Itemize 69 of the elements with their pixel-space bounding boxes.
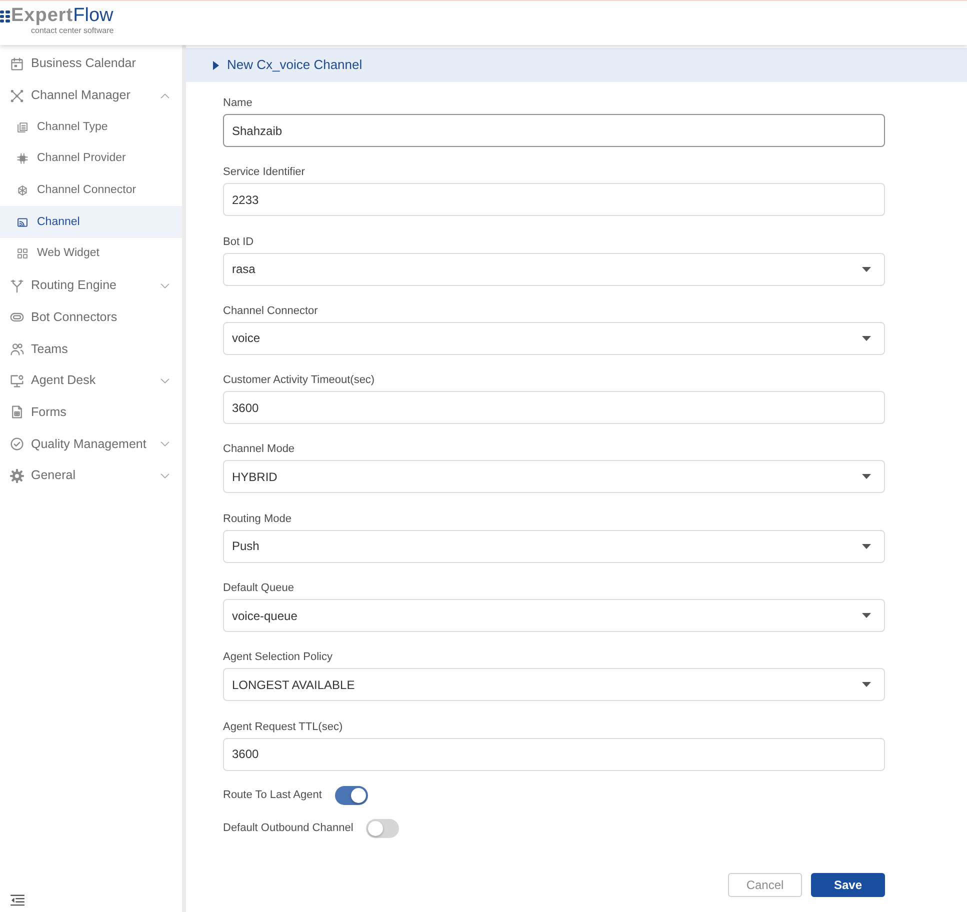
caret-down-icon xyxy=(862,336,871,341)
sidebar-subitem[interactable]: Channel xyxy=(0,206,182,238)
sidebar-item[interactable]: Teams xyxy=(0,333,182,365)
dropdown-field[interactable]: Push xyxy=(223,530,885,563)
field-label: Routing Mode xyxy=(223,512,292,526)
section-title: New Cx_voice Channel xyxy=(227,56,362,74)
calendar-icon xyxy=(10,56,24,71)
network-icon xyxy=(10,88,24,103)
toggle-switch[interactable] xyxy=(334,786,368,806)
sidebar-item[interactable]: Channel Manager xyxy=(0,80,182,112)
logo-text: ExpertFlow xyxy=(11,6,114,26)
field-label: Service Identifier xyxy=(223,165,305,180)
caret-down-icon xyxy=(862,613,871,618)
field-label: Agent Request TTL(sec) xyxy=(223,720,343,734)
caret-right-icon[interactable] xyxy=(213,60,219,70)
text-field[interactable]: 3600 xyxy=(223,391,885,424)
caret-down-icon xyxy=(862,266,871,272)
field-label: Agent Selection Policy xyxy=(223,650,332,664)
users-icon xyxy=(10,342,24,356)
gear-icon xyxy=(10,468,24,483)
toggle-switch[interactable] xyxy=(366,819,400,838)
sidebar-subitem[interactable]: Channel Type xyxy=(0,111,182,144)
list-icon xyxy=(17,122,28,133)
dropdown-field[interactable]: voice-queue xyxy=(223,599,885,632)
field-label: Name xyxy=(223,96,252,110)
text-field[interactable]: 2233 xyxy=(223,183,885,216)
sidebar-item[interactable]: Business Calendar xyxy=(0,48,182,80)
chevron-down-icon[interactable] xyxy=(160,470,170,481)
text-field[interactable]: Shahzaib xyxy=(223,114,885,147)
dot-grid-icon xyxy=(0,10,10,22)
toggle-label: Default Outbound Channel xyxy=(223,821,354,836)
dropdown-field[interactable]: rasa xyxy=(223,252,885,286)
field-label: Channel Connector xyxy=(223,304,318,318)
sidebar-item[interactable]: Routing Engine xyxy=(0,270,182,302)
field-label: Channel Mode xyxy=(223,442,295,456)
dropdown-field[interactable]: LONGEST AVAILABLE xyxy=(223,668,885,702)
sidebar-item[interactable]: Agent Desk xyxy=(0,364,182,397)
field-label: Bot ID xyxy=(223,234,254,249)
logo-tagline: contact center software xyxy=(31,26,114,36)
robot-icon xyxy=(10,310,24,324)
document-icon xyxy=(10,405,24,420)
caret-down-icon xyxy=(862,544,871,549)
sidebar-subitem[interactable]: Channel Provider xyxy=(0,143,182,175)
chevron-down-icon[interactable] xyxy=(160,280,170,291)
monitor-gear-icon xyxy=(10,374,24,388)
chevron-down-icon[interactable] xyxy=(160,376,170,386)
text-field[interactable]: 3600 xyxy=(223,738,885,771)
sidebar-subitem[interactable]: Web Widget xyxy=(0,238,182,270)
caret-down-icon xyxy=(862,682,871,688)
menu-collapse-icon[interactable] xyxy=(10,894,25,906)
sidebar-subitem[interactable]: Channel Connector xyxy=(0,174,182,206)
dropdown-field[interactable]: voice xyxy=(223,322,885,355)
save-button[interactable]: Save xyxy=(811,872,885,897)
sidebar-item[interactable]: Quality Management xyxy=(0,428,182,460)
sidebar-item[interactable]: Bot Connectors xyxy=(0,302,182,334)
sidebar-item[interactable]: Forms xyxy=(0,396,182,428)
cast-icon xyxy=(17,216,28,228)
field-label: Default Queue xyxy=(223,581,294,596)
sidebar-item[interactable]: General xyxy=(0,460,182,492)
field-label: Customer Activity Timeout(sec) xyxy=(223,373,375,388)
toggle-label: Route To Last Agent xyxy=(223,788,322,804)
chip-icon xyxy=(17,153,28,164)
cancel-button[interactable]: Cancel xyxy=(728,872,802,897)
caret-down-icon xyxy=(862,474,871,480)
fork-icon xyxy=(10,278,24,293)
dropdown-field[interactable]: HYBRID xyxy=(223,460,885,494)
grid-icon xyxy=(17,248,28,260)
check-circle-icon xyxy=(10,437,24,452)
hexagon-icon xyxy=(17,185,28,196)
